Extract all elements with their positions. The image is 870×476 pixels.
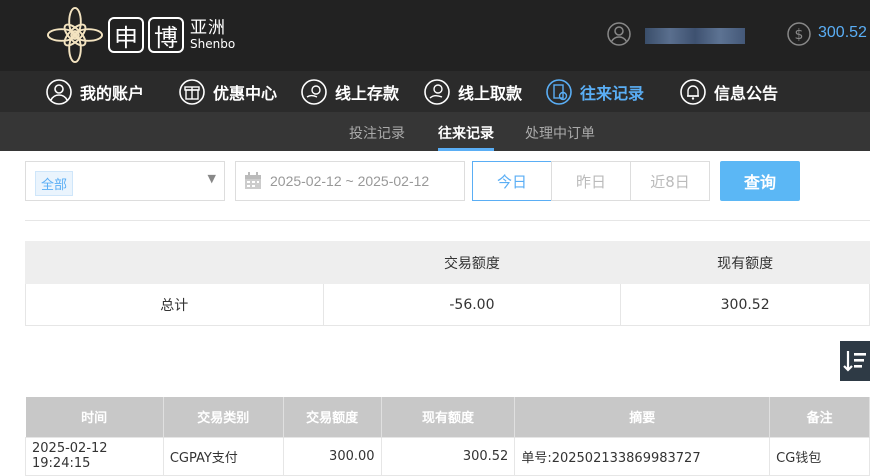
nav-item-promotions[interactable]: 优惠中心 bbox=[179, 71, 277, 112]
nav-label: 往来记录 bbox=[580, 83, 645, 103]
yesterday-button[interactable]: 昨日 bbox=[551, 161, 631, 201]
column-header: 摘要 bbox=[514, 397, 771, 437]
last-8-days-button[interactable]: 近8日 bbox=[630, 161, 710, 201]
bell-icon bbox=[680, 78, 706, 105]
nav-item-account[interactable]: 我的账户 bbox=[46, 71, 144, 112]
cell-remark: CG钱包 bbox=[769, 436, 870, 476]
cell-balance: 300.52 bbox=[380, 436, 516, 476]
gift-icon bbox=[179, 78, 205, 105]
summary-header: 现有额度 bbox=[620, 241, 870, 284]
tab-pending-orders[interactable]: 处理中订单 bbox=[525, 123, 595, 143]
logo-char-box: 申 bbox=[108, 17, 144, 53]
nav-label: 我的账户 bbox=[80, 83, 145, 103]
cell-time: 2025-02-12 19:24:15 bbox=[25, 436, 164, 476]
caret-down-icon: ▼ bbox=[207, 172, 216, 185]
table-row: 2025-02-12 19:24:15 CGPAY支付 300.00 300.5… bbox=[25, 436, 870, 476]
summary-header: 交易额度 bbox=[322, 241, 622, 284]
tab-bet-records[interactable]: 投注记录 bbox=[349, 123, 405, 143]
column-header: 交易额度 bbox=[283, 397, 382, 437]
sort-toggle-button[interactable] bbox=[840, 341, 870, 381]
logo-sub-en: Shenbo bbox=[190, 36, 236, 51]
user-avatar-icon[interactable] bbox=[607, 22, 631, 46]
nav-label: 线上存款 bbox=[335, 83, 400, 103]
date-range-input[interactable]: 2025-02-12 ~ 2025-02-12 bbox=[235, 161, 465, 201]
transaction-table: 时间 交易类别 交易额度 现有额度 摘要 备注 2025-02-12 19:24… bbox=[25, 397, 870, 476]
nav-item-notices[interactable]: 信息公告 bbox=[680, 71, 778, 112]
divider bbox=[25, 220, 870, 221]
date-range-value: 2025-02-12 ~ 2025-02-12 bbox=[270, 173, 430, 189]
username-masked bbox=[645, 28, 745, 44]
nav-label: 线上取款 bbox=[458, 83, 523, 103]
nav-item-records[interactable]: 往来记录 bbox=[546, 71, 644, 112]
total-label: 总计 bbox=[25, 283, 324, 326]
top-header: 申 博 亚洲 Shenbo $ 300.52 bbox=[0, 0, 870, 71]
column-header: 时间 bbox=[25, 397, 164, 437]
calendar-icon bbox=[245, 172, 261, 189]
nav-item-deposit[interactable]: 线上存款 bbox=[301, 71, 399, 112]
today-button[interactable]: 今日 bbox=[472, 161, 552, 201]
balance-amount: 300.52 bbox=[818, 24, 867, 41]
active-tab-underline bbox=[438, 148, 494, 151]
summary-header bbox=[25, 241, 324, 284]
logo-subtitle: 亚洲 Shenbo bbox=[190, 19, 235, 51]
cell-summary: 单号:202502133869983727 bbox=[514, 436, 771, 476]
nav-item-withdraw[interactable]: 线上取款 bbox=[424, 71, 522, 112]
summary-table: 交易额度 现有额度 总计 -56.00 300.52 bbox=[25, 241, 870, 326]
query-button[interactable]: 查询 bbox=[720, 161, 800, 201]
records-icon bbox=[546, 78, 572, 105]
nav-label: 信息公告 bbox=[714, 83, 779, 103]
svg-text:$: $ bbox=[795, 27, 804, 43]
withdraw-icon bbox=[424, 78, 450, 105]
column-header: 交易类别 bbox=[163, 397, 284, 437]
tab-transaction-records[interactable]: 往来记录 bbox=[438, 123, 494, 143]
total-balance: 300.52 bbox=[620, 283, 870, 326]
column-header: 现有额度 bbox=[381, 397, 516, 437]
logo[interactable]: 申 博 亚洲 Shenbo bbox=[46, 6, 235, 64]
dollar-coin-icon: $ bbox=[787, 22, 811, 46]
type-select[interactable]: 全部 ▼ bbox=[25, 161, 225, 201]
total-amount: -56.00 bbox=[322, 283, 622, 326]
cell-type: CGPAY支付 bbox=[162, 436, 284, 476]
flower-logo-icon bbox=[46, 6, 104, 64]
user-icon bbox=[46, 78, 72, 105]
nav-label: 优惠中心 bbox=[213, 83, 278, 103]
sort-descending-icon bbox=[843, 351, 866, 372]
column-header: 备注 bbox=[769, 397, 870, 437]
main-nav: 我的账户 优惠中心 线上存款 线上取款 往来记录 信息公告 bbox=[0, 71, 870, 112]
logo-char-box: 博 bbox=[148, 17, 184, 53]
table-header-row: 时间 交易类别 交易额度 现有额度 摘要 备注 bbox=[25, 397, 870, 437]
deposit-icon bbox=[301, 78, 327, 105]
cell-amount: 300.00 bbox=[282, 436, 382, 476]
sub-nav: 投注记录 往来记录 处理中订单 bbox=[0, 112, 870, 151]
selected-type-tag: 全部 bbox=[35, 171, 74, 196]
logo-sub-cn: 亚洲 bbox=[190, 18, 226, 39]
